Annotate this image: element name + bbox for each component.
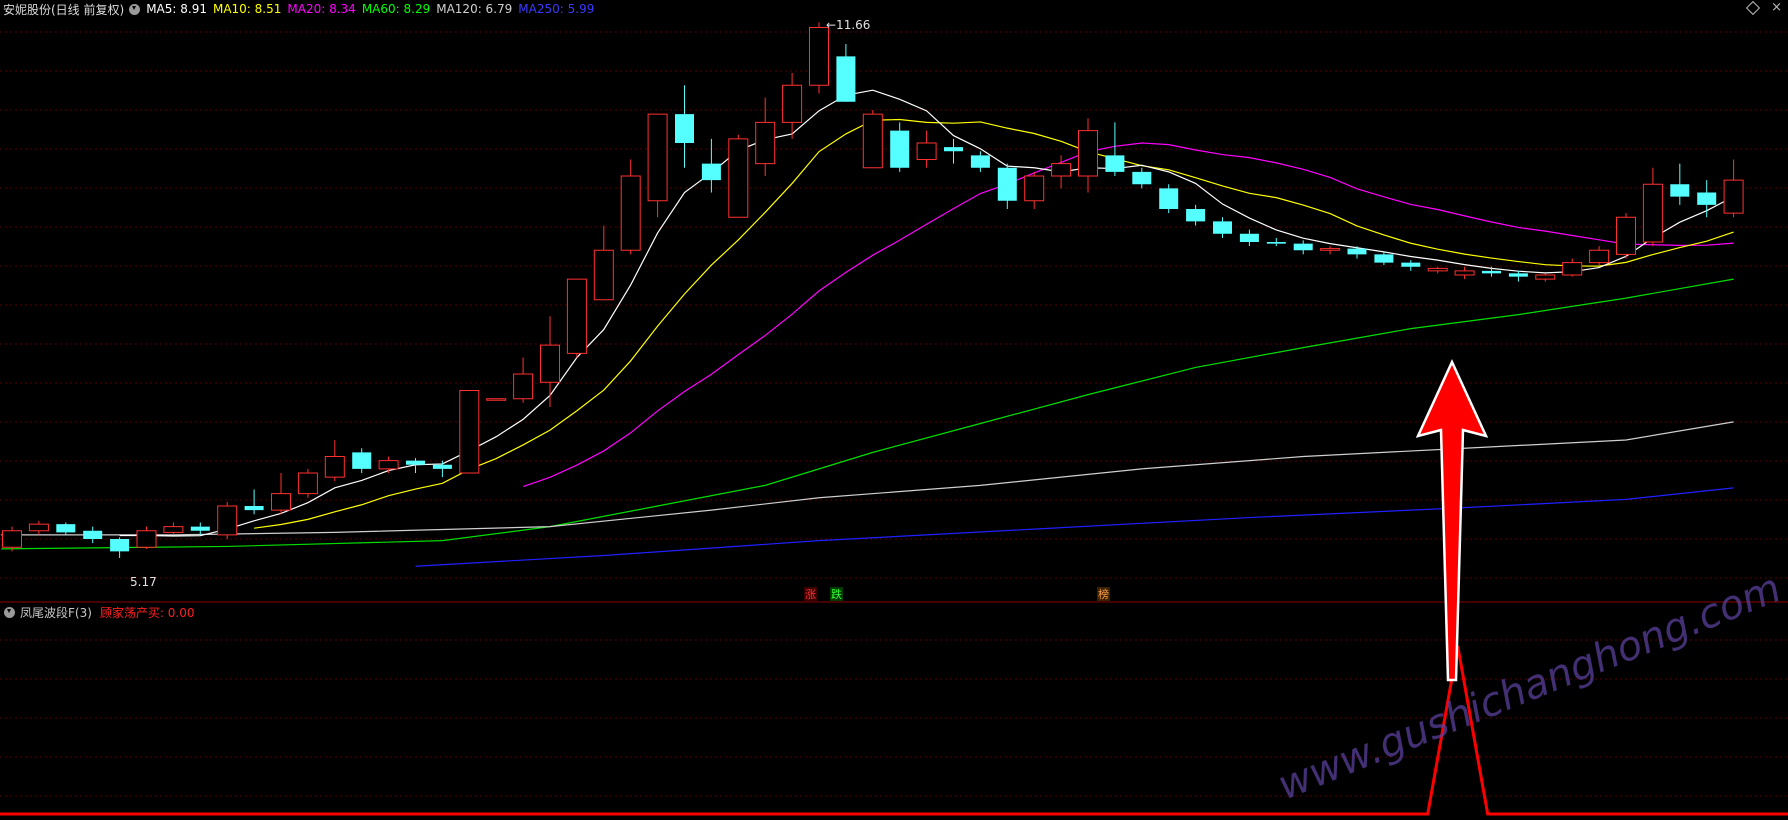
high-price-label: ←11.66 xyxy=(826,18,870,32)
candle-up xyxy=(271,493,291,511)
candle-down xyxy=(1266,242,1286,244)
candle-up xyxy=(1078,130,1098,177)
low-price-label: 5.17 xyxy=(130,575,157,589)
candle-down xyxy=(1670,184,1690,197)
candle-down xyxy=(1213,221,1232,234)
candle-up xyxy=(459,390,480,474)
candle-up xyxy=(593,249,614,301)
candle-up xyxy=(163,526,184,533)
candle-down xyxy=(1482,270,1501,274)
candle-up xyxy=(136,530,157,548)
candle-up xyxy=(1051,163,1072,177)
candle-up xyxy=(1562,262,1583,276)
candle-up xyxy=(297,472,318,495)
candle-down xyxy=(56,524,76,533)
candle-down xyxy=(675,114,694,143)
candle-up xyxy=(324,456,345,478)
candle-up xyxy=(28,523,49,532)
candle-down xyxy=(1697,192,1717,205)
ma20-line xyxy=(522,142,1734,488)
signal-mark: 榜 xyxy=(1098,587,1109,601)
candle-up xyxy=(1454,270,1475,276)
candle-up xyxy=(2,530,22,548)
candle-down xyxy=(836,56,856,102)
candle-up xyxy=(486,398,507,401)
candle-up xyxy=(916,142,937,160)
candle-down xyxy=(1401,262,1421,267)
candle-up xyxy=(862,113,883,169)
candle-up xyxy=(728,138,749,218)
candle-up xyxy=(1320,248,1341,251)
candle-down xyxy=(110,539,130,552)
candle-down xyxy=(1374,254,1394,263)
candle-down xyxy=(944,147,963,152)
ma120-line xyxy=(1,421,1734,536)
candle-down xyxy=(970,155,990,168)
candle-up xyxy=(809,27,829,86)
candle-down xyxy=(701,163,721,181)
red-arrow xyxy=(1415,359,1489,682)
signal-mark: 涨 xyxy=(805,588,816,601)
candle-up xyxy=(1723,179,1744,214)
candle-down xyxy=(1105,155,1125,172)
candle-down xyxy=(352,452,372,469)
candle-down xyxy=(1347,248,1367,255)
candle-down xyxy=(1508,273,1528,277)
candle-down xyxy=(997,167,1017,201)
candle-up xyxy=(513,373,534,400)
signal-mark: 跌 xyxy=(831,587,842,601)
candle-up xyxy=(1589,249,1610,264)
candle-down xyxy=(1293,243,1313,251)
candle-up xyxy=(1535,274,1556,280)
candle-down xyxy=(1186,209,1206,222)
candle-down xyxy=(244,506,264,511)
candle-up xyxy=(566,278,587,354)
price-chart[interactable]: ←11.665.17涨跌榜 www.gushichanghong.com xyxy=(0,0,1788,820)
candle-down xyxy=(890,130,910,168)
candle-up xyxy=(540,344,560,383)
candle-up xyxy=(1642,183,1663,243)
candle-down xyxy=(1239,233,1259,242)
candle-up xyxy=(620,175,641,251)
candle-down xyxy=(406,460,425,465)
candle-up xyxy=(378,460,399,470)
candle-up xyxy=(1024,175,1045,202)
candle-up xyxy=(217,505,238,536)
candle-down xyxy=(1132,171,1152,185)
candle-up xyxy=(647,113,668,202)
candle-up xyxy=(755,121,776,165)
candle-down xyxy=(1159,188,1179,209)
candle-up xyxy=(1616,216,1636,255)
candle-up xyxy=(782,84,803,123)
candle-down xyxy=(190,526,210,531)
candle-up xyxy=(1427,267,1448,272)
candle-down xyxy=(83,530,103,539)
candle-down xyxy=(432,464,452,469)
